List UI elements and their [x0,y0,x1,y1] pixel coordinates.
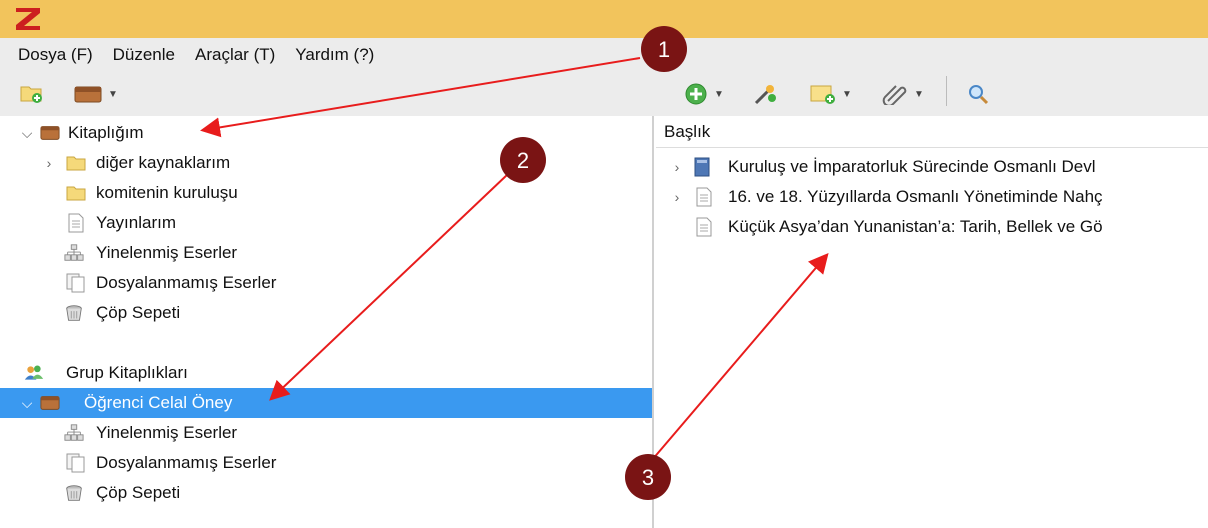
tree-label: Öğrenci Celal Öney [84,393,233,412]
chevron-down-icon[interactable]: ⌵ [20,395,34,412]
chevron-right-icon[interactable]: › [670,189,684,205]
menu-tools[interactable]: Araçlar (T) [195,45,275,65]
column-header-title[interactable]: Başlık [656,116,1208,148]
document-icon [66,213,86,233]
magic-wand-icon [754,85,776,105]
new-library-button[interactable]: ▼ [74,82,118,106]
dropdown-caret-icon: ▼ [914,88,924,100]
title-bar [0,0,1208,38]
add-icon [685,83,707,105]
trash-icon [64,303,84,323]
menu-file[interactable]: Dosya (F) [18,45,93,65]
items-pane: Başlık › Kuruluş ve İmparatorluk Sürecin… [656,116,1208,528]
item-row[interactable]: › 16. ve 18. Yüzyıllarda Osmanlı Yönetim… [656,182,1208,212]
item-row[interactable]: Küçük Asya’dan Yunanistan’a: Tarih, Bell… [656,212,1208,242]
tree-row-my-library[interactable]: ⌵ Kitaplığım [0,118,652,148]
item-row[interactable]: › Kuruluş ve İmparatorluk Sürecinde Osma… [656,152,1208,182]
advanced-search-button[interactable] [966,82,990,106]
group-icon [24,363,44,383]
collections-pane: ⌵ Kitaplığım › diğer kaynaklarım komiten… [0,116,654,528]
chevron-down-icon[interactable]: ⌵ [20,125,34,142]
tree-label: Yayınlarım [96,213,176,232]
duplicate-icon [64,423,84,443]
tree-label: Dosyalanmamış Eserler [96,273,277,292]
document-icon [694,217,714,237]
tree-label: Dosyalanmamış Eserler [96,453,277,472]
zotero-logo-icon [16,8,40,30]
folder-icon [66,153,86,173]
duplicate-icon [64,243,84,263]
tree-row-trash[interactable]: Çöp Sepeti [0,478,652,508]
dropdown-caret-icon: ▼ [842,88,852,100]
tree-label: Grup Kitaplıkları [66,363,188,382]
tree-row-duplicates[interactable]: Yinelenmiş Eserler [0,238,652,268]
add-by-identifier-button[interactable] [752,82,778,106]
unfiled-icon [66,273,86,293]
tree-label: diğer kaynaklarım [96,153,231,172]
tree-row-collection[interactable]: komitenin kuruluşu [0,178,652,208]
new-note-button[interactable]: ▼ [810,82,852,106]
add-attachment-button[interactable]: ▼ [882,82,924,106]
item-title: 16. ve 18. Yüzyıllarda Osmanlı Yönetimin… [728,187,1103,206]
tree-row-trash[interactable]: Çöp Sepeti [0,298,652,328]
toolbar-separator [946,76,947,106]
menu-bar: Dosya (F) Düzenle Araçlar (T) Yardım (?) [0,38,1208,72]
tree-label: Yinelenmiş Eserler [96,423,238,442]
tree-row-duplicates[interactable]: Yinelenmiş Eserler [0,418,652,448]
unfiled-icon [66,453,86,473]
group-libraries-header: Grup Kitaplıkları [0,358,652,388]
new-collection-button[interactable] [20,82,44,106]
tree-label: Yinelenmiş Eserler [96,243,238,262]
book-icon [692,157,712,177]
new-note-icon [810,85,835,104]
new-item-button[interactable]: ▼ [684,82,724,106]
column-title: Başlık [664,121,711,141]
search-icon [969,85,989,105]
chevron-right-icon[interactable]: › [42,155,56,171]
chevron-right-icon[interactable]: › [670,159,684,175]
dropdown-caret-icon: ▼ [108,88,118,100]
tree-label: Çöp Sepeti [96,483,181,502]
tree-label: komitenin kuruluşu [96,183,238,202]
tree-label: Çöp Sepeti [96,303,181,322]
tree-row-collection[interactable]: › diğer kaynaklarım [0,148,652,178]
item-title: Kuruluş ve İmparatorluk Sürecinde Osmanl… [728,157,1096,176]
paperclip-icon [882,85,907,105]
tree-row-my-publications[interactable]: Yayınlarım [0,208,652,238]
item-title: Küçük Asya’dan Yunanistan’a: Tarih, Bell… [728,217,1103,236]
document-icon [694,187,714,207]
library-icon [40,393,60,413]
dropdown-caret-icon: ▼ [714,88,724,100]
new-collection-icon [20,86,42,103]
trash-icon [64,483,84,503]
folder-icon [66,183,86,203]
menu-help[interactable]: Yardım (?) [295,45,374,65]
tree-row-unfiled[interactable]: Dosyalanmamış Eserler [0,448,652,478]
library-icon [40,123,60,143]
tree-row-group-library[interactable]: ⌵ Öğrenci Celal Öney [0,388,652,418]
tree-row-unfiled[interactable]: Dosyalanmamış Eserler [0,268,652,298]
menu-edit[interactable]: Düzenle [113,45,175,65]
tree-label: Kitaplığım [68,123,144,142]
library-icon [74,86,102,103]
toolbar: ▼ ▼ ▼ ▼ [0,72,1208,116]
